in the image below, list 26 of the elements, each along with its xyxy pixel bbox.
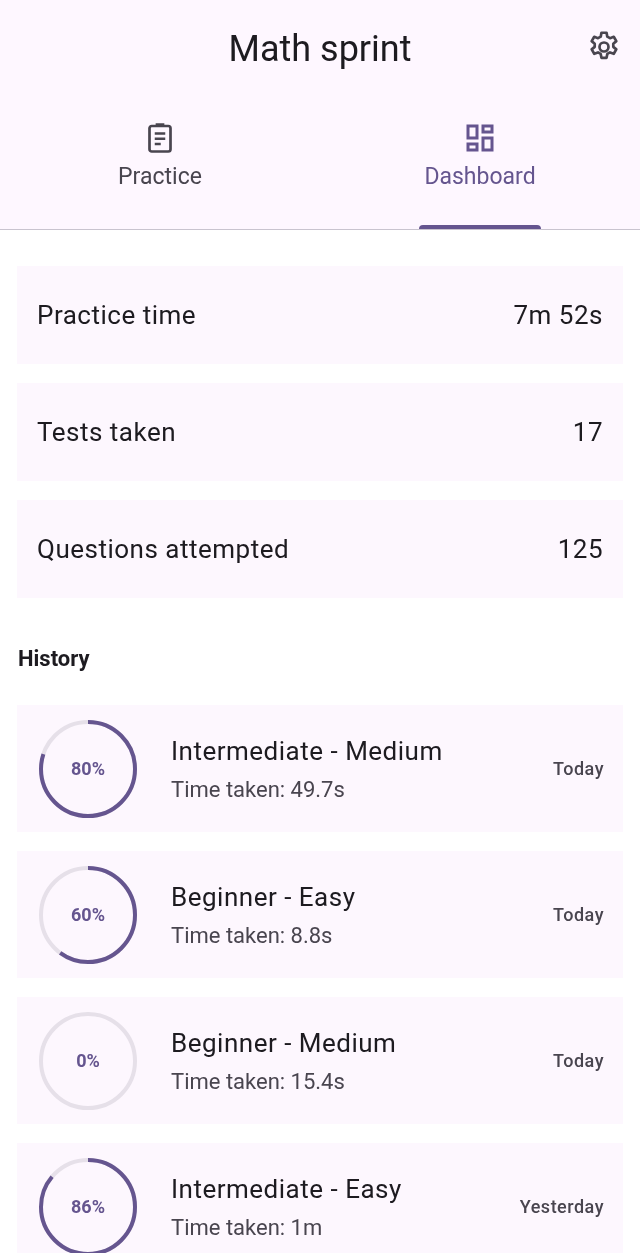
score-text: 80%	[71, 757, 105, 781]
history-title: Beginner - Medium	[171, 1026, 398, 1060]
stat-label: Questions attempted	[37, 532, 290, 566]
time-taken: Time taken: 8.8s	[171, 921, 334, 950]
date-text: Today	[553, 757, 604, 781]
stat-label: Tests taken	[37, 415, 177, 449]
history-title: Intermediate - Easy	[171, 1172, 403, 1206]
stat-label: Practice time	[37, 298, 197, 332]
history-title: Beginner - Easy	[171, 880, 357, 914]
stat-value: 125	[557, 532, 603, 566]
score-text: 0%	[76, 1049, 100, 1073]
app-title: Math sprint	[228, 31, 412, 67]
time-taken: Time taken: 49.7s	[171, 775, 346, 804]
tab[interactable]: Dashboard	[320, 98, 640, 229]
score-text: 60%	[71, 903, 105, 927]
history-title: Intermediate - Medium	[171, 734, 444, 768]
date-text: Today	[553, 903, 604, 927]
tab[interactable]: Practice	[0, 98, 320, 229]
time-taken: Time taken: 1m	[171, 1213, 324, 1242]
section-title: History	[18, 646, 90, 671]
score-text: 86%	[71, 1195, 105, 1219]
time-taken: Time taken: 15.4s	[171, 1067, 346, 1096]
date-text: Yesterday	[519, 1195, 604, 1219]
stat-value: 7m 52s	[513, 298, 603, 332]
date-text: Today	[553, 1049, 604, 1073]
stat-value: 17	[572, 415, 603, 449]
